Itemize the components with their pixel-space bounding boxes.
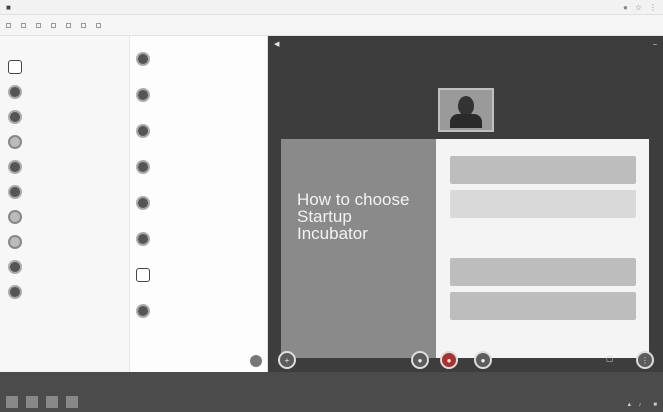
bookmark-icon bbox=[36, 22, 41, 28]
slide-row bbox=[450, 190, 636, 218]
menu-icon[interactable]: ⋮ bbox=[649, 3, 657, 12]
contact-item[interactable] bbox=[8, 154, 121, 179]
chat-item[interactable] bbox=[136, 50, 261, 86]
slide-row bbox=[450, 156, 636, 184]
star-icon[interactable]: ☆ bbox=[635, 3, 642, 12]
address-bar: ■ ● ☆ ⋮ bbox=[0, 0, 663, 15]
chat-item[interactable] bbox=[136, 86, 261, 122]
start-icon[interactable] bbox=[6, 396, 18, 408]
chat-item[interactable] bbox=[136, 230, 261, 266]
contact-item[interactable] bbox=[8, 254, 121, 279]
taskbar-app-icon[interactable] bbox=[66, 396, 78, 408]
taskbar-app-icon[interactable] bbox=[26, 396, 38, 408]
bookmark-icon bbox=[6, 22, 11, 28]
compose-bar bbox=[136, 354, 262, 368]
send-icon[interactable] bbox=[250, 355, 262, 367]
person-body bbox=[450, 114, 482, 128]
window-controls: ● ☆ ⋮ bbox=[623, 3, 657, 12]
bookmark-icon bbox=[51, 22, 56, 28]
bookmark-item[interactable] bbox=[36, 22, 43, 28]
left-sidebar bbox=[0, 36, 130, 372]
avatar bbox=[136, 88, 150, 102]
contact-item[interactable] bbox=[8, 229, 121, 254]
person-head bbox=[458, 96, 474, 116]
network-icon[interactable]: ▲ bbox=[626, 402, 632, 408]
shared-slide-right bbox=[436, 139, 649, 358]
self-view-camera[interactable] bbox=[438, 88, 494, 132]
taskbar-app-icon[interactable] bbox=[46, 396, 58, 408]
contact-item[interactable] bbox=[8, 204, 121, 229]
volume-icon[interactable]: ♪ bbox=[638, 402, 641, 408]
avatar bbox=[8, 259, 22, 274]
bookmark-item[interactable] bbox=[51, 22, 58, 28]
avatar bbox=[8, 209, 22, 224]
slide-row bbox=[450, 292, 636, 320]
bookmark-item[interactable] bbox=[21, 22, 28, 28]
mic-toggle-icon[interactable]: ● bbox=[474, 351, 492, 369]
bookmarks-bar bbox=[0, 15, 663, 36]
add-participant-icon[interactable]: + bbox=[278, 351, 296, 369]
video-call-panel: ◀ – How to choose Startup Incubator + ● … bbox=[268, 36, 663, 372]
new-chat-icon bbox=[8, 59, 22, 74]
bookmark-icon bbox=[66, 22, 71, 28]
end-call-icon[interactable]: ● bbox=[440, 351, 458, 369]
video-toggle-icon[interactable]: ● bbox=[411, 351, 429, 369]
system-tray: ▲ ♪ ■ bbox=[626, 402, 657, 408]
bookmark-item[interactable] bbox=[81, 22, 88, 28]
chat-toggle-icon[interactable]: ▢ bbox=[606, 354, 614, 363]
contact-item[interactable] bbox=[8, 104, 121, 129]
avatar bbox=[136, 52, 150, 66]
tab-strip-icon[interactable]: ■ bbox=[6, 3, 11, 12]
avatar bbox=[8, 84, 22, 99]
call-header: ◀ – bbox=[268, 36, 663, 52]
shared-slide-left: How to choose Startup Incubator bbox=[281, 139, 436, 358]
bookmark-item[interactable] bbox=[96, 22, 103, 28]
bookmark-item[interactable] bbox=[66, 22, 73, 28]
contact-item[interactable] bbox=[8, 79, 121, 104]
avatar bbox=[8, 134, 22, 149]
bookmark-icon bbox=[21, 22, 26, 28]
avatar bbox=[136, 196, 150, 210]
back-icon[interactable]: ◀ bbox=[274, 40, 279, 48]
contact-item[interactable] bbox=[8, 279, 121, 304]
avatar bbox=[136, 304, 150, 318]
avatar bbox=[8, 184, 22, 199]
bookmark-icon bbox=[81, 22, 86, 28]
avatar bbox=[8, 284, 22, 299]
extension-icon[interactable]: ● bbox=[623, 3, 628, 12]
chat-item[interactable] bbox=[136, 194, 261, 230]
slide-title: How to choose Startup Incubator bbox=[297, 190, 410, 243]
avatar bbox=[136, 160, 150, 174]
call-controls: + ● ● ● ▢ ⋮ bbox=[268, 350, 663, 372]
avatar bbox=[8, 109, 22, 124]
avatar bbox=[8, 234, 22, 249]
more-options-icon[interactable]: ⋮ bbox=[636, 351, 654, 369]
chat-item[interactable] bbox=[136, 122, 261, 158]
avatar bbox=[8, 159, 22, 174]
bookmark-icon bbox=[96, 22, 101, 28]
chat-list bbox=[130, 36, 268, 372]
avatar bbox=[136, 232, 150, 246]
notification-icon[interactable]: ■ bbox=[653, 402, 657, 408]
contact-item[interactable] bbox=[8, 179, 121, 204]
slide-row bbox=[450, 224, 636, 252]
bookmark-item[interactable] bbox=[6, 22, 13, 28]
chat-item[interactable] bbox=[136, 266, 261, 302]
chat-item[interactable] bbox=[136, 158, 261, 194]
minimize-icon[interactable]: – bbox=[653, 41, 657, 48]
contact-item[interactable] bbox=[8, 54, 121, 79]
taskbar: ▲ ♪ ■ bbox=[0, 372, 663, 412]
contact-item[interactable] bbox=[8, 129, 121, 154]
chat-item[interactable] bbox=[136, 302, 261, 338]
avatar bbox=[136, 124, 150, 138]
avatar bbox=[136, 268, 150, 282]
slide-row bbox=[450, 258, 636, 286]
